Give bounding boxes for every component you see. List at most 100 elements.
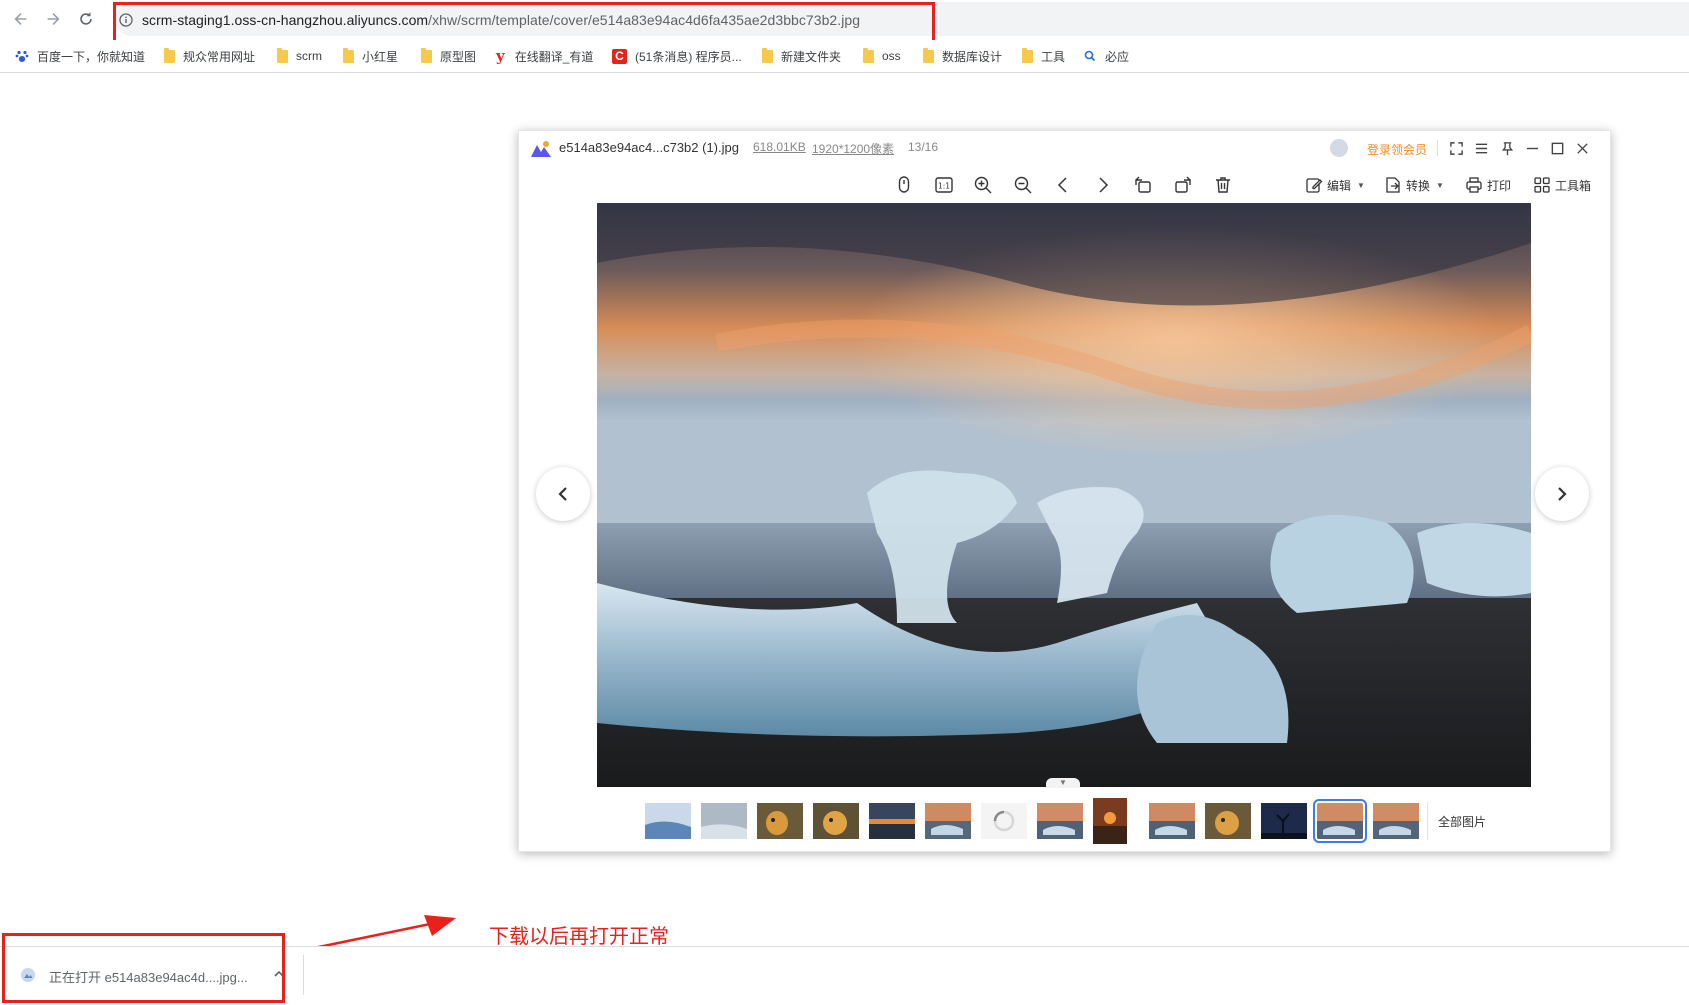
folder-icon [343,47,354,63]
bookmark-csdn[interactable]: C (51条消息) 程序员... [612,46,742,66]
thumbnail[interactable] [701,803,747,839]
print-button[interactable]: 打印 [1465,174,1511,196]
thumbnail-divider [1427,802,1428,840]
thumbnail[interactable] [869,803,915,839]
bookmark-label: scrm [296,49,322,63]
bookmark-folder[interactable]: 规众常用网址 [164,46,255,66]
thumbnail[interactable] [1037,803,1083,839]
close-icon[interactable] [1573,139,1591,157]
maximize-icon[interactable] [1548,139,1566,157]
all-images-button[interactable]: 全部图片 [1438,813,1486,830]
minimize-icon[interactable] [1523,139,1541,157]
dropdown-caret-icon: ▼ [1436,180,1444,190]
toolbox-button[interactable]: 工具箱 [1533,174,1591,196]
print-label: 打印 [1487,178,1512,193]
chevron-down-icon: ▼ [1059,778,1067,787]
bookmark-label: (51条消息) 程序员... [635,49,742,64]
folder-icon [923,47,934,63]
reload-icon[interactable] [76,9,96,29]
thumbnail[interactable] [1093,798,1127,844]
bookmark-label: oss [882,49,901,63]
viewer-position: 13/16 [908,140,939,154]
viewer-filename: e514a83e94ac4...c73b2 (1).jpg [559,140,739,155]
bookmark-folder[interactable]: scrm [277,46,322,66]
annotation-text: 下载以后再打开正常 [489,926,669,948]
thumbnail[interactable] [1261,803,1307,839]
bookmark-label: 小红星 [362,49,399,64]
toolbox-label: 工具箱 [1555,178,1592,193]
forward-icon[interactable] [43,9,63,29]
convert-button[interactable]: 转换 ▼ [1384,174,1444,196]
bookmark-folder[interactable]: 新建文件夹 [762,46,841,66]
toolbox-icon [1534,177,1550,193]
thumbnail[interactable] [813,803,859,839]
folder-icon [421,47,432,63]
zoom-in-icon[interactable] [972,174,994,196]
svg-text:1:1: 1:1 [938,182,950,191]
viewer-logo-icon [530,140,552,158]
folder-icon [1022,47,1033,63]
bookmark-label: 数据库设计 [942,49,1003,64]
member-login-link[interactable]: 登录领会员 [1367,141,1427,158]
csdn-icon: C [612,48,627,64]
bookmark-folder[interactable]: 小红星 [343,46,398,66]
print-icon [1466,177,1482,193]
delete-icon[interactable] [1212,174,1234,196]
bookmark-label: 在线翻译_有道 [514,49,594,64]
folder-icon [164,47,175,63]
thumbnail-selected[interactable] [1313,799,1367,843]
youdao-icon: y [496,47,505,65]
bing-icon [1084,50,1096,62]
thumbnail-loading[interactable] [981,803,1027,839]
download-shelf-divider [303,955,304,995]
rotate-left-icon[interactable] [1132,174,1154,196]
title-divider [1437,140,1438,156]
folder-icon [762,47,773,63]
main-image [597,203,1531,787]
previous-image-button[interactable] [536,467,590,521]
avatar[interactable] [1330,139,1348,157]
previous-icon[interactable] [1052,174,1074,196]
thumbnail[interactable] [925,803,971,839]
thumbnail[interactable] [757,803,803,839]
thumbnail[interactable] [1373,803,1419,839]
bookmark-folder[interactable]: 工具 [1022,46,1065,66]
bookmark-youdao[interactable]: y 在线翻译_有道 [496,46,593,66]
bookmark-label: 原型图 [440,49,477,64]
bookmark-bing[interactable]: 必应 [1084,46,1129,66]
viewer-dimensions[interactable]: 1920*1200像素 [812,140,894,157]
bookmark-folder[interactable]: 原型图 [421,46,476,66]
next-icon[interactable] [1092,174,1114,196]
bookmark-label: 百度一下，你就知道 [37,49,146,64]
edit-label: 编辑 [1327,178,1352,193]
thumbnail[interactable] [645,803,691,839]
bookmark-label: 规众常用网址 [183,49,256,64]
fullscreen-icon[interactable] [1447,139,1465,157]
menu-icon[interactable] [1472,139,1490,157]
bookmark-folder[interactable]: 数据库设计 [923,46,1002,66]
actual-size-icon[interactable]: 1:1 [933,174,955,196]
folder-icon [863,47,874,63]
back-icon[interactable] [11,9,31,29]
mouse-wheel-icon[interactable] [893,174,915,196]
bookmark-folder[interactable]: oss [863,46,901,66]
pin-icon[interactable] [1498,139,1516,157]
next-image-button[interactable] [1535,467,1589,521]
red-highlight-box-download [2,933,285,1003]
chevron-left-icon [558,487,567,501]
bookmark-baidu[interactable]: 百度一下，你就知道 [15,46,145,66]
rotate-right-icon[interactable] [1172,174,1194,196]
thumbnail[interactable] [1205,803,1251,839]
collapse-thumbnails-button[interactable]: ▼ [1046,778,1080,788]
chevron-right-icon [1558,487,1567,501]
convert-icon [1386,177,1400,193]
thumbnail[interactable] [1149,803,1195,839]
baidu-icon [15,50,29,62]
viewer-file-size[interactable]: 618.01KB [753,140,806,154]
bookmark-label: 工具 [1041,49,1066,64]
bookmark-label: 必应 [1105,49,1130,64]
edit-button[interactable]: 编辑 ▼ [1305,174,1365,196]
zoom-out-icon[interactable] [1012,174,1034,196]
folder-icon [277,47,288,63]
convert-label: 转换 [1406,178,1431,193]
